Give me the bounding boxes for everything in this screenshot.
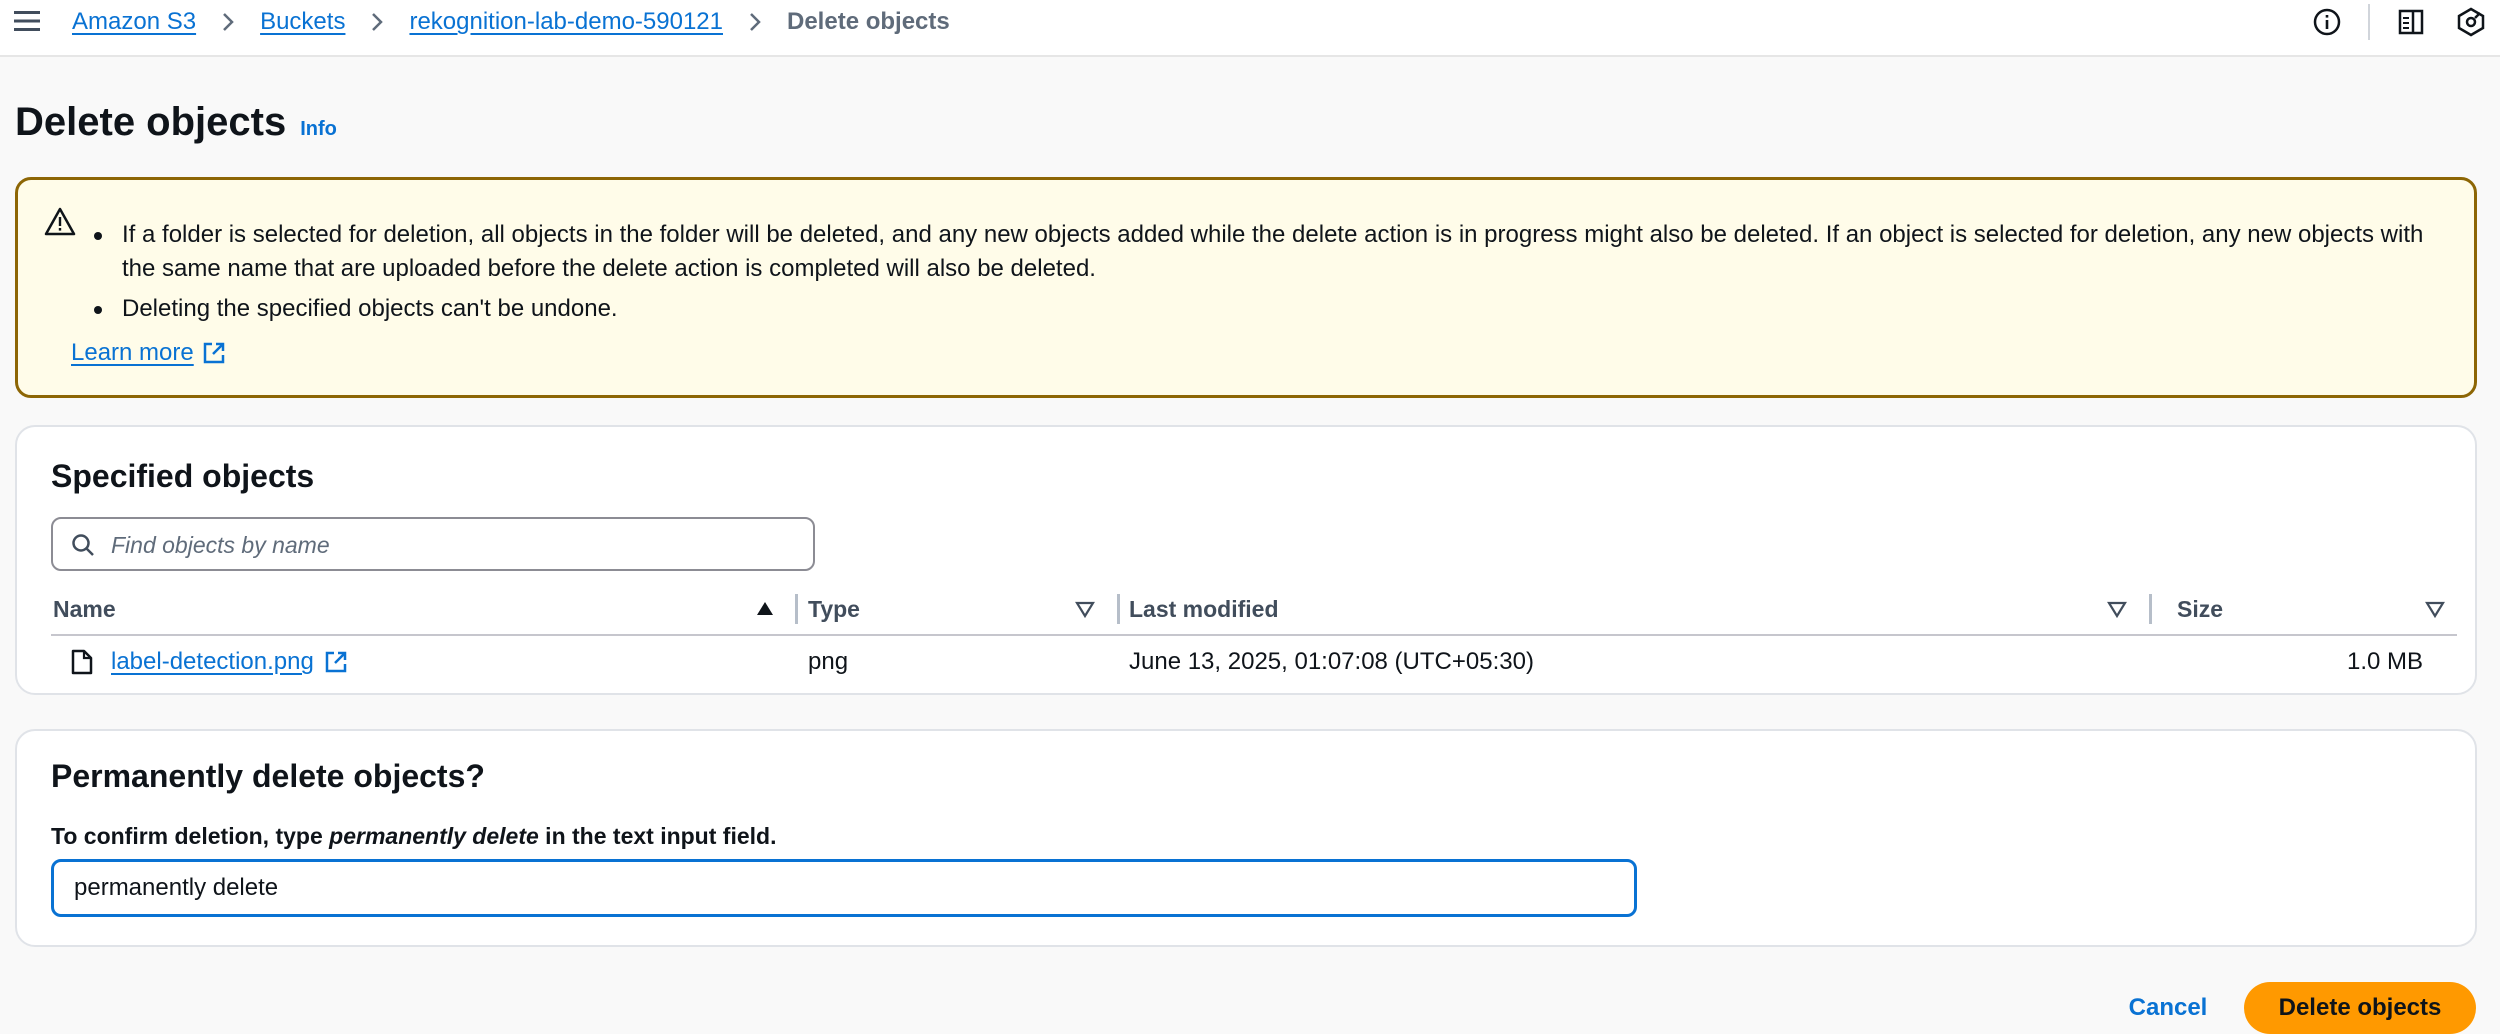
page-title: Delete objects	[15, 100, 287, 144]
search-input[interactable]	[111, 527, 801, 563]
column-divider[interactable]	[795, 594, 798, 624]
chevron-right-icon	[372, 13, 384, 31]
breadcrumb-buckets[interactable]: Buckets	[260, 8, 345, 36]
menu-icon[interactable]	[14, 8, 40, 34]
search-icon	[72, 534, 94, 556]
alert-bullet: Deleting the specified objects can't be …	[88, 292, 2458, 326]
info-panel-button[interactable]	[2312, 7, 2342, 37]
column-divider[interactable]	[2149, 594, 2152, 624]
breadcrumb-bucket-name[interactable]: rekognition-lab-demo-590121	[409, 8, 723, 36]
specified-objects-panel: Specified objects Name Type Last modifie…	[15, 425, 2477, 695]
divider	[2368, 4, 2370, 40]
chevron-right-icon	[750, 13, 761, 31]
sort-icon[interactable]	[1075, 599, 1095, 619]
object-link[interactable]: label-detection.png	[111, 648, 348, 676]
column-divider[interactable]	[1117, 594, 1120, 624]
warning-icon	[44, 207, 76, 236]
security-settings-button[interactable]	[2456, 7, 2486, 37]
specified-objects-title: Specified objects	[51, 458, 315, 494]
confirm-label-prefix: To confirm deletion, type	[51, 823, 330, 849]
sort-ascending-icon[interactable]	[755, 599, 775, 619]
learn-more-label: Learn more	[71, 339, 194, 366]
confirm-title: Permanently delete objects?	[51, 758, 485, 794]
confirm-keyword: permanently delete	[329, 823, 539, 849]
type-cell: png	[808, 648, 849, 675]
external-link-icon	[325, 651, 347, 673]
breadcrumb: Amazon S3 Buckets rekognition-lab-demo-5…	[72, 6, 950, 38]
column-header-last-modified[interactable]: Last modified	[1129, 582, 1279, 636]
shield-settings-icon	[2457, 7, 2485, 37]
chevron-right-icon	[223, 13, 234, 31]
warning-alert: If a folder is selected for deletion, al…	[15, 177, 2477, 398]
search-box	[51, 517, 815, 571]
file-icon-cell	[71, 636, 93, 688]
alert-bullets: If a folder is selected for deletion, al…	[88, 218, 2458, 332]
sort-icon[interactable]	[2425, 599, 2445, 619]
name-cell: label-detection.png	[111, 636, 348, 688]
file-icon	[71, 649, 93, 675]
panel-icon	[2398, 9, 2424, 35]
breadcrumb-current: Delete objects	[787, 8, 950, 35]
breadcrumb-amazon-s3[interactable]: Amazon S3	[72, 8, 196, 36]
info-icon	[2313, 8, 2341, 36]
object-name: label-detection.png	[111, 648, 314, 675]
info-link[interactable]: Info	[300, 118, 337, 141]
top-right-tools	[2312, 0, 2500, 44]
last-modified-cell: June 13, 2025, 01:07:08 (UTC+05:30)	[1129, 648, 1534, 675]
table-row: label-detection.png png June 13, 2025, 0…	[51, 636, 2457, 688]
confirm-delete-input[interactable]	[51, 859, 1637, 917]
size-cell: 1.0 MB	[2346, 648, 2423, 675]
top-navigation-bar: Amazon S3 Buckets rekognition-lab-demo-5…	[0, 0, 2500, 57]
column-header-size[interactable]: Size	[2177, 582, 2223, 636]
confirm-delete-panel: Permanently delete objects? To confirm d…	[15, 729, 2477, 947]
column-header-name[interactable]: Name	[53, 582, 116, 636]
column-header-type[interactable]: Type	[808, 582, 860, 636]
confirm-label-suffix: in the text input field.	[538, 823, 777, 849]
learn-more-link[interactable]: Learn more	[71, 339, 226, 367]
alert-bullet: If a folder is selected for deletion, al…	[88, 218, 2458, 286]
side-panel-button[interactable]	[2396, 7, 2426, 37]
page-title-block: Delete objects Info	[15, 100, 337, 145]
external-link-icon	[203, 342, 224, 364]
delete-objects-button[interactable]: Delete objects	[2244, 982, 2476, 1034]
table-header: Name Type Last modified Size	[51, 582, 2457, 636]
confirm-instructions: To confirm deletion, type permanently de…	[51, 823, 776, 850]
cancel-button[interactable]: Cancel	[2113, 986, 2223, 1030]
sort-icon[interactable]	[2107, 599, 2127, 619]
